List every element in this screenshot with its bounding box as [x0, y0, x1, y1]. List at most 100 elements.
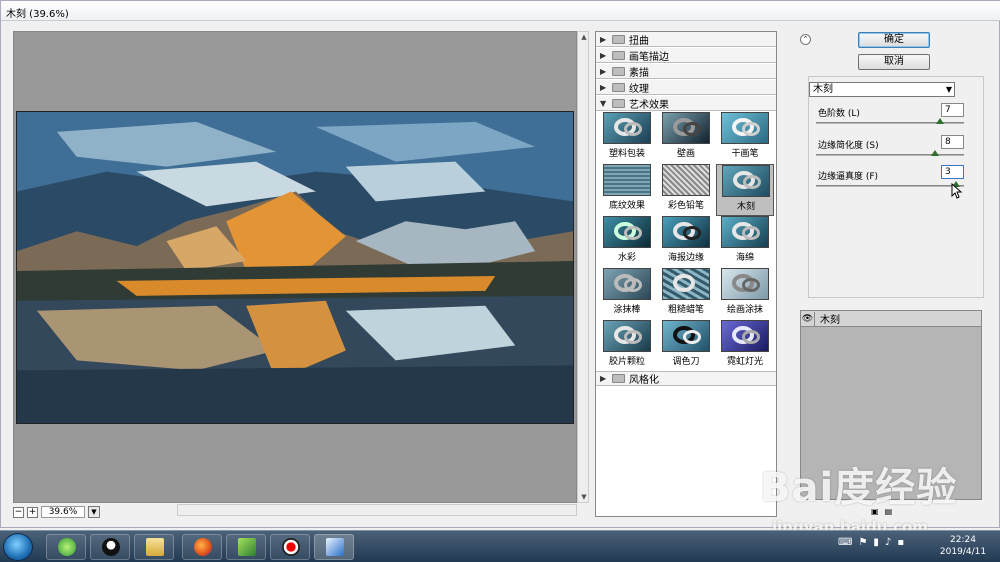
title-bar[interactable]: 木刻 (39.6%) [1, 1, 1000, 21]
window-title: 木刻 (39.6%) [6, 9, 69, 20]
chevron-down-icon: ▼ [945, 85, 952, 94]
filter-preview-thumbnail [603, 268, 651, 300]
filter-preview-thumbnail [721, 268, 769, 300]
eye-icon[interactable]: 👁 [801, 311, 815, 326]
param-slider-edge-fidelity[interactable] [816, 181, 964, 187]
filter-gallery-panel: ▶ 扭曲 ▶ 画笔描边 ▶ 素描 ▶ 纹理 ▼ 艺术效果 塑料包装 壁画 干画笔… [595, 31, 777, 517]
folder-icon [612, 34, 625, 44]
volume-icon[interactable]: ♪ [885, 537, 891, 548]
param-input-edge-fidelity[interactable]: 3 [941, 165, 964, 179]
filter-gallery-window: 木刻 (39.6%) ▲ ▼ − + 39.6% ▼ ▶ 扭曲 ▶ 画笔描边 ▶… [0, 0, 1000, 528]
taskbar-app-recorder-icon[interactable] [270, 534, 310, 560]
start-button-icon[interactable] [3, 533, 33, 561]
effect-layers-panel: 👁 木刻 [800, 310, 982, 500]
power-icon[interactable]: ▪ [897, 537, 904, 548]
expand-triangle-icon[interactable]: ▶ [600, 83, 608, 92]
preview-image [16, 111, 574, 424]
filter-thumb[interactable]: 底纹效果 [598, 164, 656, 216]
taskbar-app-media-icon[interactable] [226, 534, 266, 560]
filter-thumb[interactable]: 水彩 [598, 216, 656, 268]
filter-preview-thumbnail [603, 216, 651, 248]
filter-preview-thumbnail [603, 112, 651, 144]
expand-triangle-icon[interactable]: ▶ [600, 67, 608, 76]
filter-thumb[interactable]: 壁画 [657, 112, 715, 164]
filter-thumb[interactable]: 干画笔 [716, 112, 774, 164]
taskbar: ⌨ ⚑ ▮ ♪ ▪ 22:24 2019/4/11 [0, 530, 1000, 562]
filter-thumb[interactable]: 调色刀 [657, 320, 715, 372]
category-sketch[interactable]: ▶ 素描 [596, 64, 776, 79]
filter-thumb[interactable]: 海报边缘 [657, 216, 715, 268]
mouse-cursor-icon [951, 183, 963, 199]
new-layer-icon[interactable]: ▣ [871, 507, 879, 516]
taskbar-app-photoshop-icon[interactable] [314, 534, 354, 560]
slider-handle[interactable] [936, 118, 944, 124]
layer-controls: ▣ ▤ [871, 507, 892, 516]
zoom-level-field[interactable]: 39.6% [41, 506, 85, 518]
category-artistic[interactable]: ▼ 艺术效果 [596, 96, 776, 111]
scroll-down-arrow-icon[interactable]: ▼ [580, 493, 588, 501]
filter-thumb[interactable]: 胶片颗粒 [598, 320, 656, 372]
category-stylize[interactable]: ▶ 风格化 [596, 371, 776, 386]
preview-vertical-scrollbar[interactable]: ▲ ▼ [577, 31, 589, 503]
delete-layer-icon[interactable]: ▤ [885, 507, 893, 516]
filter-preview-thumbnail [721, 320, 769, 352]
folder-icon [612, 374, 625, 383]
folder-icon [612, 66, 625, 76]
collapse-gallery-icon[interactable]: ⌃ [800, 34, 811, 45]
filter-thumb[interactable]: 霓虹灯光 [716, 320, 774, 372]
zoom-dropdown-icon[interactable]: ▼ [88, 506, 100, 518]
expand-triangle-icon[interactable]: ▶ [600, 51, 608, 60]
filter-thumb[interactable]: 彩色铅笔 [657, 164, 715, 216]
filter-thumb[interactable]: 绘画涂抹 [716, 268, 774, 320]
filter-preview-thumbnail [662, 216, 710, 248]
clock-date: 2019/4/11 [939, 547, 987, 557]
effect-layer-name: 木刻 [820, 315, 840, 326]
zoom-out-button[interactable]: − [13, 506, 24, 518]
artistic-filter-thumbnails: 塑料包装 壁画 干画笔 底纹效果 彩色铅笔 木刻 水彩 海报边缘 海绵 涂抹棒 … [596, 112, 776, 372]
zoom-in-button[interactable]: + [27, 506, 38, 518]
filter-preview-thumbnail [662, 112, 710, 144]
filter-thumb[interactable]: 粗糙蜡笔 [657, 268, 715, 320]
taskbar-clock[interactable]: 22:24 2019/4/11 [936, 534, 990, 558]
param-input-levels[interactable]: 7 [941, 103, 964, 117]
system-tray: ⌨ ⚑ ▮ ♪ ▪ [838, 537, 904, 548]
filter-select-value: 木刻 [813, 84, 833, 95]
preview-horizontal-scrollbar[interactable] [177, 504, 577, 516]
zoom-controls: − + 39.6% ▼ [13, 505, 100, 519]
filter-preview-thumbnail [662, 268, 710, 300]
filter-preview-thumbnail [662, 164, 710, 196]
expand-triangle-icon[interactable]: ▶ [600, 35, 608, 44]
filter-preview-thumbnail [721, 216, 769, 248]
expand-triangle-icon[interactable]: ▶ [600, 374, 608, 383]
taskbar-app-explorer-icon[interactable] [134, 534, 174, 560]
param-label-levels: 色阶数 (L) [818, 109, 860, 119]
cancel-button[interactable]: 取消 [858, 54, 930, 70]
flag-icon[interactable]: ⚑ [858, 537, 867, 548]
keyboard-icon[interactable]: ⌨ [838, 537, 852, 548]
param-label-edge-simplicity: 边缘简化度 (S) [818, 141, 879, 151]
effect-layer[interactable]: 👁 木刻 [801, 311, 981, 327]
param-slider-levels[interactable] [816, 118, 964, 124]
folder-icon [612, 50, 625, 60]
taskbar-app-firefox-icon[interactable] [182, 534, 222, 560]
slider-handle[interactable] [931, 150, 939, 156]
filter-thumb[interactable]: 海绵 [716, 216, 774, 268]
filter-select[interactable]: 木刻 ▼ [809, 82, 955, 97]
folder-icon [612, 82, 625, 92]
param-label-edge-fidelity: 边缘逼真度 (F) [818, 172, 879, 182]
ok-button[interactable]: 确定 [858, 32, 930, 48]
scroll-up-arrow-icon[interactable]: ▲ [580, 33, 588, 41]
category-brush-strokes[interactable]: ▶ 画笔描边 [596, 48, 776, 63]
collapse-triangle-icon[interactable]: ▼ [600, 99, 608, 108]
filter-thumb[interactable]: 涂抹棒 [598, 268, 656, 320]
taskbar-app-qq-icon[interactable] [90, 534, 130, 560]
filter-thumb[interactable]: 塑料包装 [598, 112, 656, 164]
param-input-edge-simplicity[interactable]: 8 [941, 135, 964, 149]
network-icon[interactable]: ▮ [873, 537, 879, 548]
taskbar-app-360-icon[interactable] [46, 534, 86, 560]
category-distort[interactable]: ▶ 扭曲 [596, 32, 776, 47]
param-slider-edge-simplicity[interactable] [816, 150, 964, 156]
category-texture[interactable]: ▶ 纹理 [596, 80, 776, 95]
filter-thumb-selected[interactable]: 木刻 [716, 164, 774, 216]
filter-preview-thumbnail [603, 320, 651, 352]
